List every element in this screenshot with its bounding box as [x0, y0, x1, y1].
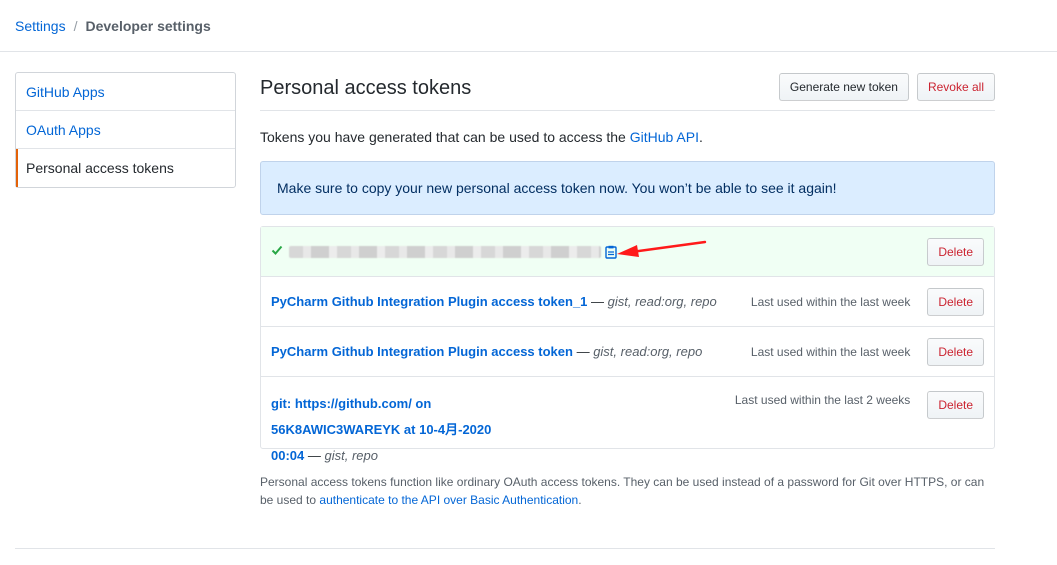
- token-row: PyCharm Github Integration Plugin access…: [261, 277, 994, 327]
- sidebar-item-github-apps[interactable]: GitHub Apps: [16, 73, 235, 111]
- sidebar-item-personal-access-tokens[interactable]: Personal access tokens: [16, 149, 235, 187]
- breadcrumb-separator: /: [73, 17, 78, 34]
- token-name-link[interactable]: PyCharm Github Integration Plugin access…: [271, 294, 587, 309]
- token-scopes: gist, read:org, repo: [607, 294, 717, 309]
- token-row: PyCharm Github Integration Plugin access…: [261, 327, 994, 377]
- sidebar-item-oauth-apps[interactable]: OAuth Apps: [16, 111, 235, 149]
- github-api-link[interactable]: GitHub API: [630, 129, 699, 145]
- annotation-arrow-icon: [617, 240, 707, 257]
- token-scopes: gist, read:org, repo: [593, 344, 703, 359]
- intro-prefix: Tokens you have generated that can be us…: [260, 129, 630, 145]
- token-dash: —: [572, 344, 594, 359]
- delete-token-button[interactable]: Delete: [927, 237, 984, 266]
- token-description: PyCharm Github Integration Plugin access…: [271, 289, 751, 314]
- token-last-used: Last used within the last week: [750, 294, 911, 309]
- token-last-used: Last used within the last week: [750, 344, 911, 359]
- check-icon: [271, 244, 283, 259]
- basic-auth-link[interactable]: authenticate to the API over Basic Authe…: [319, 493, 578, 507]
- token-dash: —: [587, 294, 608, 309]
- revoke-all-button[interactable]: Revoke all: [916, 73, 995, 101]
- token-name-link[interactable]: PyCharm Github Integration Plugin access…: [271, 344, 573, 359]
- delete-token-button[interactable]: Delete: [927, 391, 984, 419]
- page-header: Personal access tokens Generate new toke…: [260, 72, 995, 111]
- breadcrumb-settings-link[interactable]: Settings: [15, 18, 66, 34]
- token-description: PyCharm Github Integration Plugin access…: [271, 339, 751, 364]
- intro-text: Tokens you have generated that can be us…: [260, 129, 995, 145]
- generate-new-token-button[interactable]: Generate new token: [778, 73, 909, 101]
- page-title: Personal access tokens: [260, 76, 472, 99]
- token-description: git: https://github.com/ on 56K8AWIC3WAR…: [271, 391, 503, 469]
- token-row: git: https://github.com/ on 56K8AWIC3WAR…: [261, 377, 994, 463]
- delete-token-button[interactable]: Delete: [927, 337, 984, 366]
- token-last-used: Last used within the last 2 weeks: [734, 393, 911, 407]
- redacted-token-value: [289, 245, 601, 258]
- flash-notice: Make sure to copy your new personal acce…: [260, 161, 995, 215]
- developer-settings-menu: GitHub Apps OAuth Apps Personal access t…: [15, 72, 236, 188]
- divider: [15, 548, 995, 549]
- token-scopes: gist, repo: [324, 448, 378, 463]
- token-dash: —: [304, 448, 325, 463]
- delete-token-button[interactable]: Delete: [927, 287, 984, 316]
- breadcrumb-current: Developer settings: [85, 17, 211, 34]
- breadcrumb: Settings / Developer settings: [0, 0, 1057, 52]
- intro-suffix: .: [698, 129, 703, 145]
- main-content: Personal access tokens Generate new toke…: [260, 72, 995, 463]
- header-actions: Generate new token Revoke all: [778, 73, 995, 101]
- footnote: Personal access tokens function like ord…: [260, 473, 995, 509]
- footnote-suffix: .: [578, 493, 582, 507]
